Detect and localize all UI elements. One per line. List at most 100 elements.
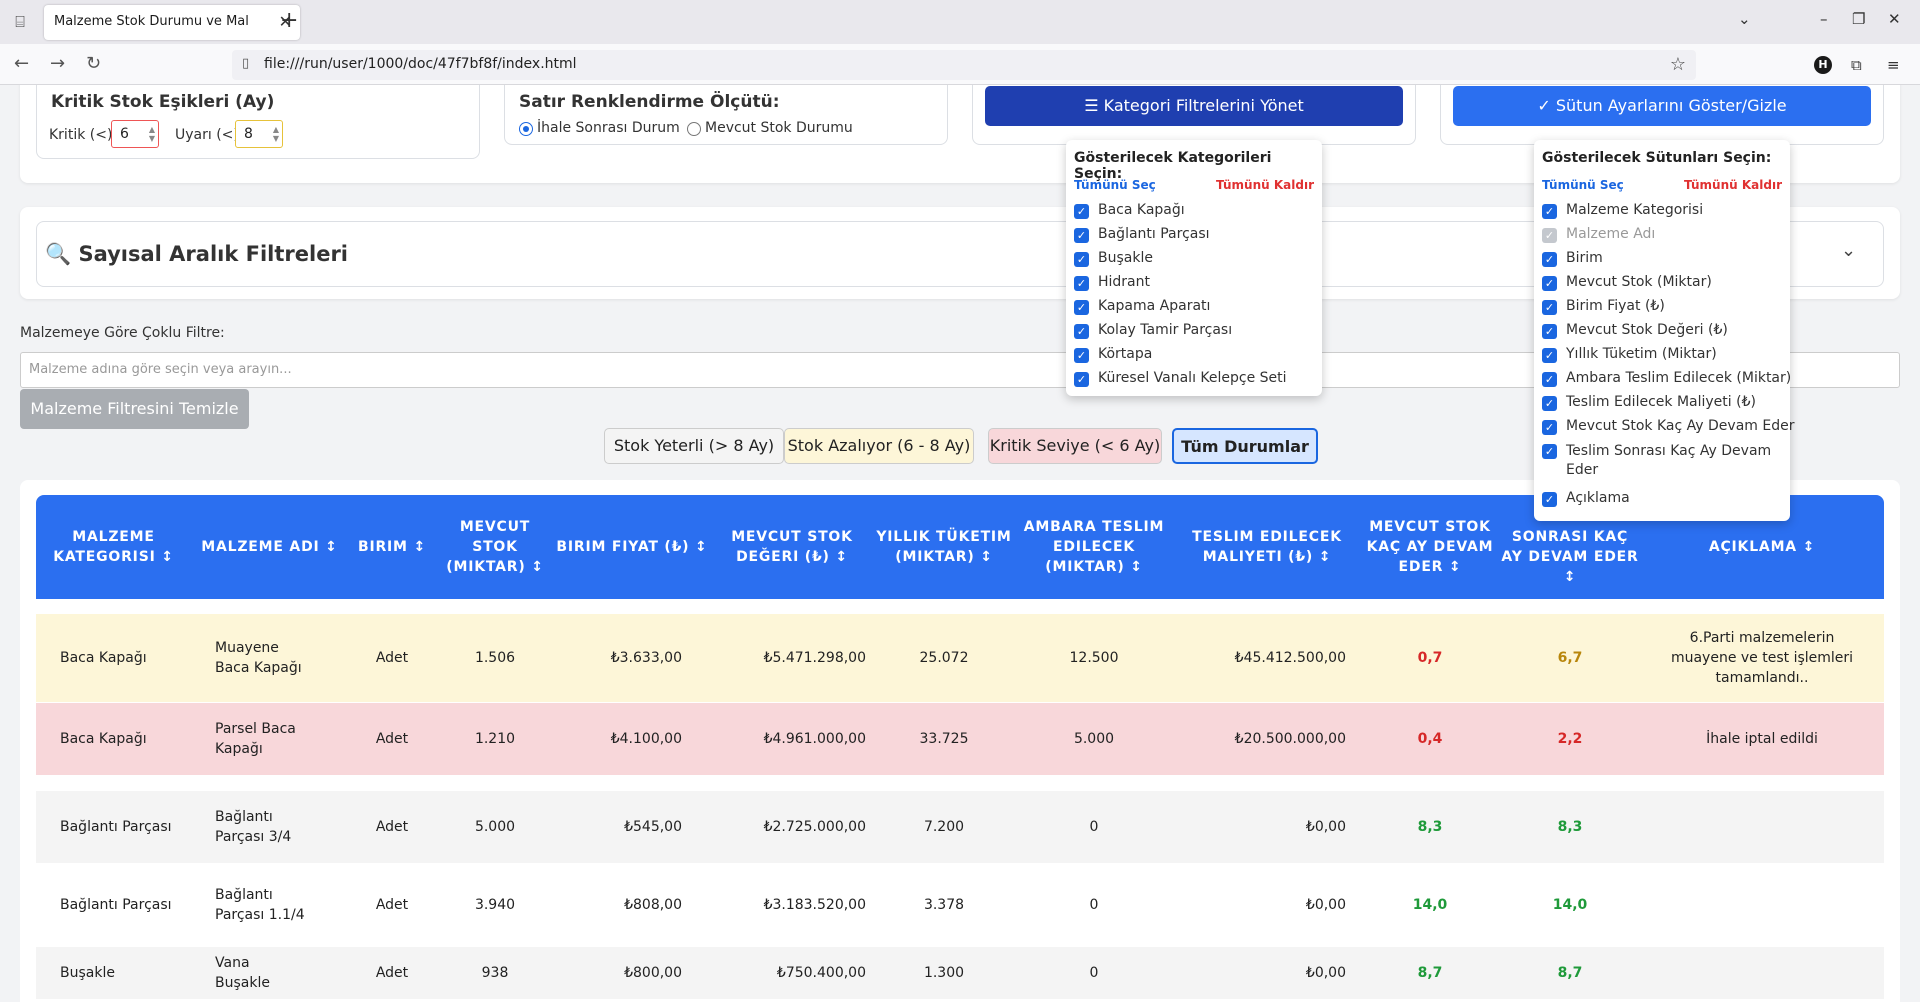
checkbox-icon[interactable]: ✓	[1542, 300, 1557, 315]
col-header-stock-value[interactable]: Mevcut Stok Değeri (₺) ↕	[710, 495, 874, 599]
radio-after-tender[interactable]	[519, 122, 533, 136]
checkbox-icon[interactable]: ✓	[1542, 444, 1557, 459]
new-tab-icon[interactable]: +	[280, 8, 298, 33]
col-header-unit[interactable]: Birim ↕	[348, 495, 436, 599]
table-cell: ₺0,00	[1305, 897, 1346, 913]
category_dropdown-item-label: Kolay Tamir Parçası	[1098, 322, 1233, 338]
checkbox-icon[interactable]: ✓	[1074, 228, 1089, 243]
col-header-to-deliver[interactable]: Ambara Teslim Edilecek (Miktar) ↕	[1014, 495, 1174, 599]
radio-current-stock-label[interactable]: Mevcut Stok Durumu	[705, 120, 853, 136]
column_dropdown-item-label: Mevcut Stok Kaç Ay Devam Eder	[1566, 418, 1795, 434]
category-clear-all[interactable]: Tümünü Kaldır	[1216, 178, 1314, 192]
radio-after-tender-label[interactable]: İhale Sonrası Durum	[537, 120, 680, 136]
page-icon: ▯	[242, 56, 250, 71]
table-cell: 1.210	[474, 731, 516, 747]
tab-list-icon[interactable]: ⌸	[8, 10, 32, 34]
col-header-name[interactable]: Malzeme Adı ↕	[191, 495, 348, 599]
threshold-box: Kritik Stok Eşikleri (Ay) Kritik (<): 6 …	[36, 85, 480, 159]
spinner-icon[interactable]: ▲ ▼	[149, 125, 155, 143]
checkbox-icon[interactable]: ✓	[1074, 348, 1089, 363]
list-tabs-chevron-icon[interactable]: ⌄	[1738, 10, 1751, 28]
status-sufficient-button[interactable]: Stok Yeterli (> 8 Ay)	[604, 428, 784, 464]
clear-material-filter-button[interactable]: Malzeme Filtresini Temizle	[20, 389, 249, 429]
table-cell: 12.500	[1069, 650, 1119, 666]
status-critical-button[interactable]: Kritik Seviye (< 6 Ay)	[988, 428, 1162, 464]
table-cell: 1.506	[474, 650, 516, 666]
table-cell: ₺5.471.298,00	[763, 650, 866, 666]
checkbox-icon[interactable]: ✓	[1542, 492, 1557, 507]
checkbox-icon[interactable]: ✓	[1542, 396, 1557, 411]
profile-avatar[interactable]: H	[1814, 56, 1832, 74]
category_dropdown-item-label: Bağlantı Parçası	[1098, 226, 1210, 242]
manage-category-filters-button[interactable]: ☰ Kategori Filtrelerini Yönet	[985, 86, 1403, 126]
restore-icon[interactable]: ❐	[1852, 10, 1865, 28]
multi-filter-label: Malzemeye Göre Çoklu Filtre:	[20, 325, 225, 341]
table-cell: Bağlantı Parçası	[60, 897, 172, 913]
checkbox-icon[interactable]: ✓	[1542, 252, 1557, 267]
col-header-delivery-cost[interactable]: Teslim Edilecek Maliyeti (₺) ↕	[1174, 495, 1360, 599]
status-decreasing-button[interactable]: Stok Azalıyor (6 - 8 Ay)	[784, 428, 974, 464]
stock-table-card: Malzeme Kategorisi ↕ Malzeme Adı ↕ Birim…	[20, 480, 1900, 1002]
checkbox-icon[interactable]: ✓	[1542, 204, 1557, 219]
table-cell: Buşakle	[60, 965, 115, 981]
warning-value: 8	[244, 126, 253, 142]
checkbox-icon[interactable]: ✓	[1542, 420, 1557, 435]
radio-current-stock[interactable]	[687, 122, 701, 136]
column_dropdown-item-label: Birim	[1566, 250, 1603, 266]
category-select-all[interactable]: Tümünü Seç	[1074, 178, 1156, 192]
close-window-icon[interactable]: ✕	[1888, 10, 1901, 28]
col-header-category[interactable]: Malzeme Kategorisi ↕	[36, 495, 191, 599]
col-header-unit-price[interactable]: Birim Fiyat (₺) ↕	[554, 495, 710, 599]
checkbox-icon[interactable]: ✓	[1074, 276, 1089, 291]
table-cell: Adet	[375, 731, 409, 747]
checkbox-icon[interactable]: ✓	[1542, 228, 1557, 243]
minimize-icon[interactable]: –	[1820, 10, 1828, 28]
table-cell: ₺0,00	[1305, 819, 1346, 835]
checkbox-icon[interactable]: ✓	[1074, 324, 1089, 339]
browser-tab[interactable]: Malzeme Stok Durumu ve Mal ✕	[44, 5, 300, 40]
table-cell: 14,0	[1552, 897, 1588, 913]
spinner-icon[interactable]: ▲ ▼	[273, 125, 279, 143]
column-clear-all[interactable]: Tümünü Kaldır	[1684, 178, 1782, 192]
table-cell: ₺20.500.000,00	[1234, 731, 1346, 747]
table-cell: 0,7	[1417, 650, 1443, 666]
table-cell: Bağlantı Parçası 1.1/4	[215, 887, 305, 923]
checkbox-icon[interactable]: ✓	[1542, 324, 1557, 339]
col-header-annual-consumption[interactable]: Yıllık Tüketim (Miktar) ↕	[874, 495, 1014, 599]
checkbox-icon[interactable]: ✓	[1074, 204, 1089, 219]
column-select-all[interactable]: Tümünü Seç	[1542, 178, 1624, 192]
category_dropdown-item-label: Baca Kapağı	[1098, 202, 1185, 218]
checkbox-icon[interactable]: ✓	[1074, 372, 1089, 387]
reload-icon[interactable]: ↻	[86, 53, 101, 74]
column_dropdown-item-label: Birim Fiyat (₺)	[1566, 298, 1665, 314]
chevron-down-icon[interactable]: ⌄	[1841, 240, 1856, 261]
checkbox-icon[interactable]: ✓	[1542, 276, 1557, 291]
warning-label: Uyarı (<):	[175, 127, 244, 143]
bookmark-star-icon[interactable]: ☆	[1670, 54, 1686, 75]
category-dropdown: Gösterilecek Kategorileri Seçin: Tümünü …	[1066, 140, 1322, 396]
table-cell: Baca Kapağı	[60, 650, 147, 666]
browser-tabbar: ⌸ Malzeme Stok Durumu ve Mal ✕ + ⌄ – ❐ ✕	[0, 0, 1920, 44]
extensions-icon[interactable]: ⧉	[1851, 56, 1862, 74]
table-cell	[1640, 869, 1884, 941]
checkbox-icon[interactable]: ✓	[1542, 372, 1557, 387]
table-cell: 8,3	[1417, 819, 1443, 835]
status-all-button[interactable]: Tüm Durumlar	[1172, 428, 1318, 464]
table-cell: Parsel Baca Kapağı	[215, 721, 296, 757]
column-settings-button[interactable]: ✓ Sütun Ayarlarını Göster/Gizle	[1453, 86, 1871, 126]
checkbox-icon[interactable]: ✓	[1074, 300, 1089, 315]
warning-input[interactable]: 8 ▲ ▼	[235, 120, 283, 148]
menu-icon[interactable]: ≡	[1887, 56, 1900, 74]
url-bar[interactable]: ▯ file:///run/user/1000/doc/47f7bf8f/ind…	[232, 50, 1696, 80]
checkbox-icon[interactable]: ✓	[1542, 348, 1557, 363]
table-cell: ₺4.961.000,00	[763, 731, 866, 747]
category_dropdown-item-label: Buşakle	[1098, 250, 1153, 266]
forward-icon[interactable]: →	[50, 53, 65, 74]
category_dropdown-item-label: Hidrant	[1098, 274, 1151, 290]
table-cell: ₺2.725.000,00	[763, 819, 866, 835]
checkbox-icon[interactable]: ✓	[1074, 252, 1089, 267]
critical-input[interactable]: 6 ▲ ▼	[111, 120, 159, 148]
col-header-months-current[interactable]: Mevcut Stok Kaç Ay Devam Eder ↕	[1360, 495, 1500, 599]
col-header-current-stock[interactable]: Mevcut Stok (Miktar) ↕	[436, 495, 554, 599]
back-icon[interactable]: ←	[14, 53, 29, 74]
